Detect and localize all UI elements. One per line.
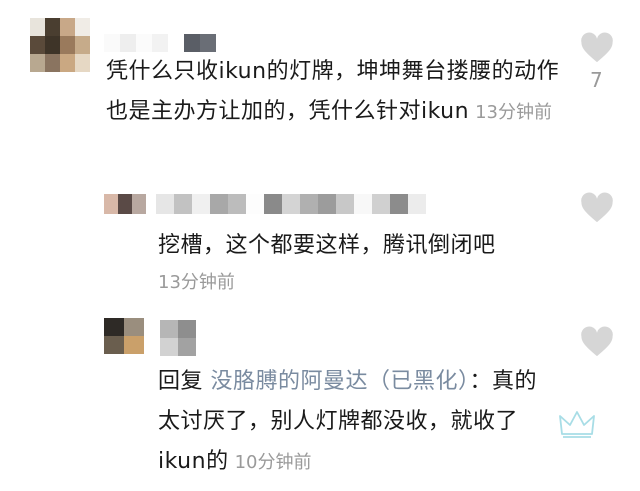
like-count: 7: [590, 68, 603, 92]
reply-prefix: 回复: [158, 369, 204, 394]
comment-timestamp: 13分钟前: [475, 102, 552, 123]
comment-section: 凭什么只收ikun的灯牌，坤坤舞台搂腰的动作也是主办方让加的，凭什么针对ikun…: [0, 0, 640, 491]
comment-timestamp: 13分钟前: [158, 272, 235, 293]
like-heart-icon[interactable]: [580, 326, 614, 358]
reply-to-username[interactable]: 没胳膊的阿曼达（已黑化）: [211, 369, 470, 394]
avatar[interactable]: [104, 318, 144, 354]
avatar[interactable]: [30, 18, 90, 72]
comment-text: 挖槽，这个都要这样，腾讯倒闭吧: [158, 233, 496, 258]
avatar[interactable]: [104, 194, 146, 214]
like-heart-icon[interactable]: [580, 32, 614, 64]
crown-icon: [558, 408, 596, 440]
comment-timestamp-line: 13分钟前: [152, 262, 235, 303]
username-blurred[interactable]: [160, 320, 196, 356]
like-heart-icon[interactable]: [580, 192, 614, 224]
comment-text: 回复 没胳膊的阿曼达（已黑化）：真的太讨厌了，别人灯牌都没收，就收了ikun的 1…: [158, 369, 538, 474]
comment-text: 凭什么只收ikun的灯牌，坤坤舞台搂腰的动作也是主办方让加的，凭什么针对ikun…: [106, 59, 560, 124]
username-blurred[interactable]: [104, 34, 216, 52]
username-blurred[interactable]: [156, 194, 426, 214]
comment-timestamp: 10分钟前: [234, 452, 312, 473]
